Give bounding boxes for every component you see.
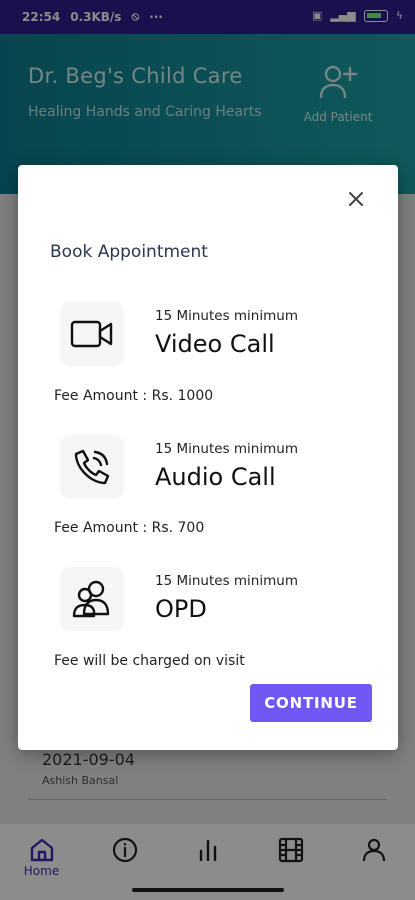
book-appointment-dialog: Book Appointment 15 Minutes minimum Vide… <box>18 165 398 750</box>
option-title: Video Call <box>155 330 275 358</box>
phone-call-icon <box>74 449 110 485</box>
option-subtitle: 15 Minutes minimum <box>155 573 298 589</box>
video-camera-icon <box>70 320 113 348</box>
option-subtitle: 15 Minutes minimum <box>155 308 298 324</box>
people-icon <box>72 580 110 618</box>
continue-button[interactable]: CONTINUE <box>250 684 372 722</box>
option-opd[interactable]: 15 Minutes minimum OPD <box>60 567 380 633</box>
option-subtitle: 15 Minutes minimum <box>155 441 298 457</box>
option-audio-call[interactable]: 15 Minutes minimum Audio Call <box>60 435 380 501</box>
fee-note: Fee will be charged on visit <box>54 653 245 669</box>
fee-amount: Fee Amount : Rs. 700 <box>54 520 205 536</box>
close-button[interactable] <box>344 187 368 211</box>
option-title: OPD <box>155 595 207 623</box>
option-video-call[interactable]: 15 Minutes minimum Video Call <box>60 302 380 368</box>
fee-amount: Fee Amount : Rs. 1000 <box>54 388 214 404</box>
dialog-title: Book Appointment <box>50 242 208 262</box>
close-icon <box>349 192 363 206</box>
option-title: Audio Call <box>155 463 276 491</box>
